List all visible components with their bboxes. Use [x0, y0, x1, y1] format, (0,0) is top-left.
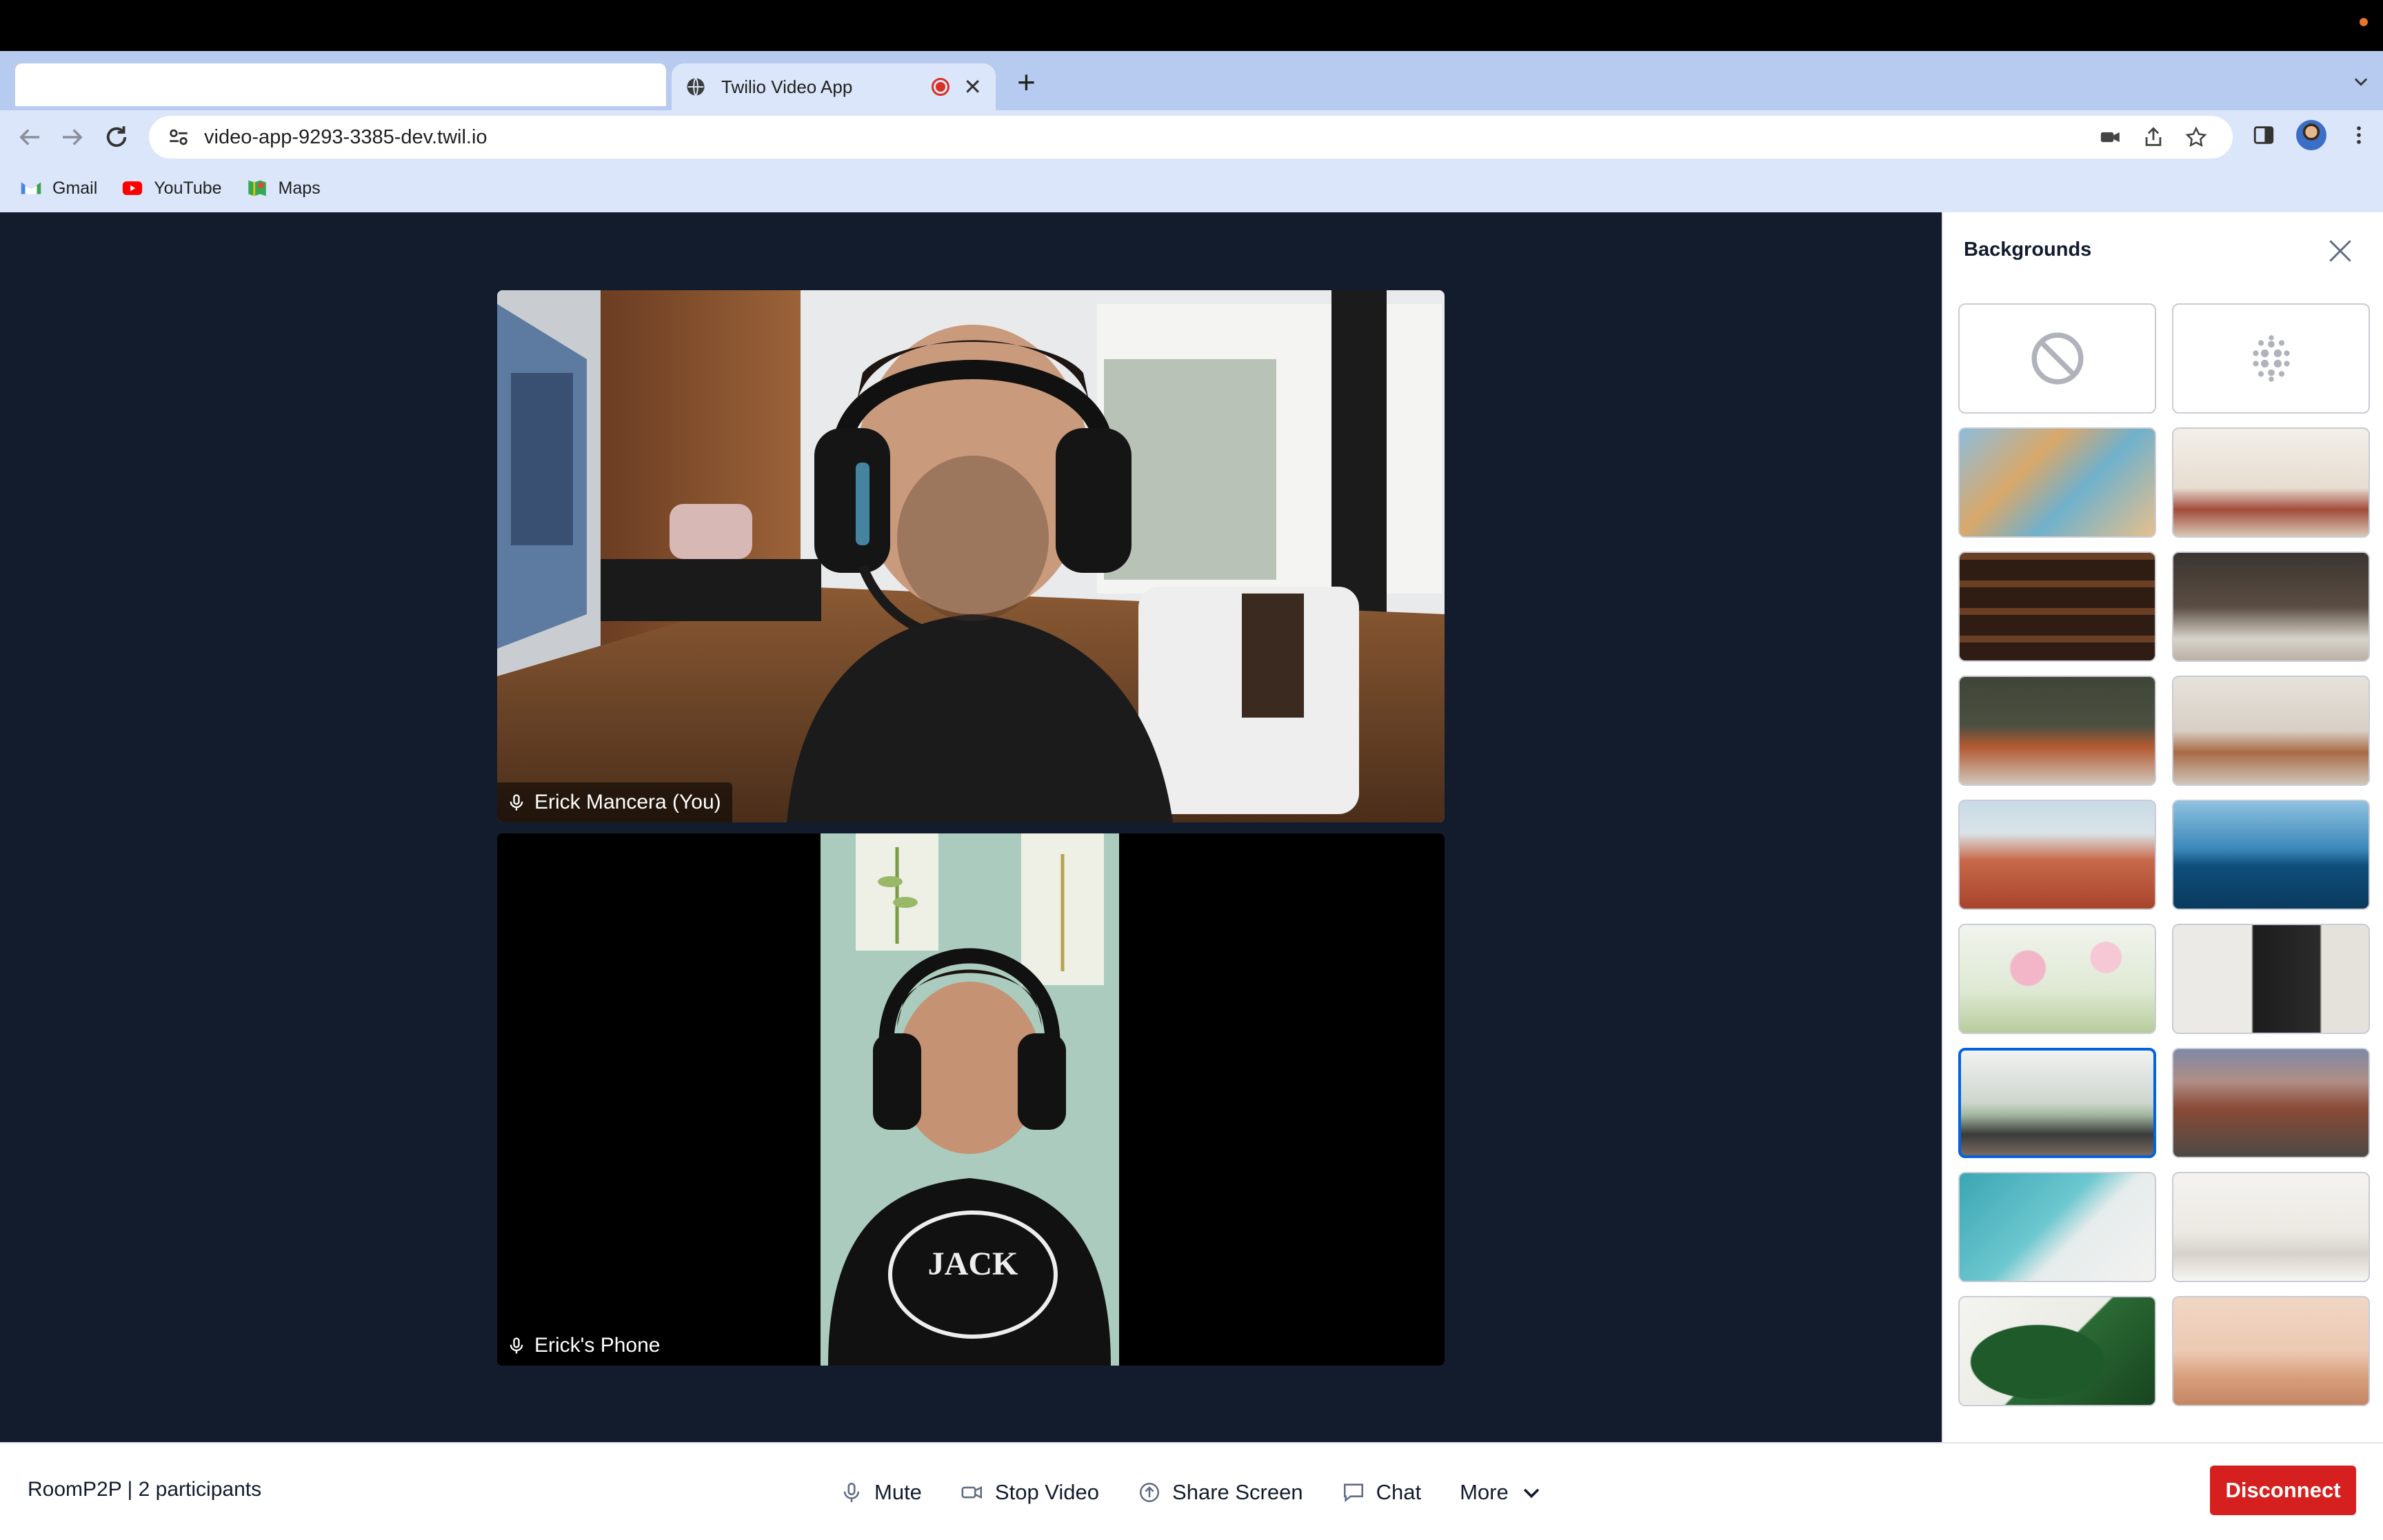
- camera-in-use-icon[interactable]: [2099, 125, 2122, 149]
- mute-button[interactable]: Mute: [840, 1480, 922, 1505]
- chat-button[interactable]: Chat: [1342, 1480, 1421, 1505]
- browser-tab-strip: Twilio Video App ✕ +: [0, 51, 2383, 110]
- participant-name: Erick Mancera (You): [534, 791, 721, 813]
- bookmarks-bar: Gmail YouTube Maps: [0, 164, 2383, 212]
- share-icon[interactable]: [2142, 125, 2165, 149]
- microphone-icon: [510, 1337, 523, 1354]
- background-option-monstera-leaf[interactable]: [1958, 1296, 2156, 1406]
- participant-name: Erick's Phone: [534, 1334, 661, 1357]
- bookmark-label: Maps: [278, 178, 321, 198]
- disconnect-button[interactable]: Disconnect: [2210, 1466, 2356, 1515]
- backgrounds-panel: Backgrounds: [1942, 212, 2383, 1442]
- globe-icon: [687, 77, 705, 97]
- no-background-icon: [2031, 332, 2083, 385]
- tab-search-chevron-icon[interactable]: [2351, 72, 2371, 91]
- more-vertical-icon[interactable]: [2347, 123, 2371, 147]
- share-screen-label: Share Screen: [1172, 1480, 1303, 1504]
- background-option-pink-flowers[interactable]: [1958, 924, 2156, 1034]
- background-option-bright-loft[interactable]: [1958, 1048, 2156, 1158]
- side-panel-icon[interactable]: [2252, 123, 2275, 147]
- os-menu-bar: [0, 0, 2383, 51]
- tab-twilio-video-app[interactable]: Twilio Video App ✕: [672, 63, 996, 110]
- back-arrow-icon[interactable]: [15, 123, 44, 152]
- background-option-white-dining[interactable]: [2172, 1172, 2370, 1282]
- blur-icon: [2252, 335, 2290, 382]
- recording-indicator-icon: [932, 78, 950, 96]
- status-indicator-dot: [2360, 18, 2368, 26]
- background-option-orange-sofa-room[interactable]: [1958, 676, 2156, 786]
- reload-icon[interactable]: [102, 123, 131, 152]
- more-label: More: [1460, 1480, 1509, 1504]
- local-video-feed: [497, 290, 1445, 822]
- maps-icon: [248, 180, 266, 196]
- bookmark-youtube[interactable]: YouTube: [121, 176, 222, 200]
- bookmark-maps[interactable]: Maps: [245, 176, 321, 200]
- video-app: Erick Mancera (You) JACK Erick's Phone B…: [0, 212, 2383, 1540]
- new-tab-button[interactable]: +: [1017, 66, 1036, 98]
- chat-icon: [1343, 1483, 1363, 1502]
- chat-label: Chat: [1376, 1480, 1422, 1504]
- remote-video-feed: JACK: [497, 833, 1445, 1366]
- microphone-icon: [843, 1482, 860, 1503]
- tab-title: Twilio Video App: [721, 76, 853, 97]
- chevron-down-icon: [1523, 1488, 1539, 1499]
- participant-video-area: Erick Mancera (You) JACK Erick's Phone: [0, 212, 1942, 1442]
- background-option-living-room[interactable]: [2172, 427, 2370, 538]
- background-option-golden-gate[interactable]: [2172, 1296, 2370, 1406]
- bookmark-star-icon[interactable]: [2184, 125, 2208, 149]
- background-option-ocean-boat[interactable]: [2172, 800, 2370, 910]
- video-camera-icon: [961, 1486, 982, 1499]
- participant-tile-remote[interactable]: JACK Erick's Phone: [497, 833, 1445, 1366]
- background-option-modern-lounge[interactable]: [2172, 676, 2370, 786]
- browser-toolbar: video-app-9293-3385-dev.twil.io: [0, 110, 2383, 164]
- close-icon[interactable]: [2325, 236, 2355, 266]
- background-option-red-rocks[interactable]: [2172, 1048, 2370, 1158]
- background-option-dark-kitchen[interactable]: [2172, 924, 2370, 1034]
- background-option-beach-aerial[interactable]: [1958, 1172, 2156, 1282]
- svg-text:JACK: JACK: [928, 1246, 1018, 1282]
- microphone-icon: [510, 794, 523, 811]
- meeting-control-bar: RoomP2P | 2 participants Mute Stop Video…: [0, 1442, 2383, 1540]
- site-info-icon[interactable]: [167, 125, 190, 149]
- address-bar[interactable]: video-app-9293-3385-dev.twil.io: [149, 116, 2233, 159]
- tab-close-icon[interactable]: ✕: [963, 76, 982, 98]
- background-option-coffee-shop[interactable]: [2172, 551, 2370, 662]
- stop-video-button[interactable]: Stop Video: [961, 1480, 1099, 1505]
- share-screen-button[interactable]: Share Screen: [1138, 1480, 1303, 1505]
- room-info: RoomP2P | 2 participants: [28, 1478, 262, 1501]
- forward-arrow-icon[interactable]: [58, 123, 87, 152]
- youtube-icon: [123, 181, 143, 195]
- more-menu-button[interactable]: More: [1460, 1480, 1543, 1505]
- mute-label: Mute: [874, 1480, 922, 1504]
- background-option-abstract-smoke[interactable]: [1958, 427, 2156, 538]
- share-screen-icon: [1140, 1482, 1160, 1503]
- participant-name-label: Erick's Phone: [497, 1326, 672, 1366]
- gmail-icon: [21, 182, 41, 194]
- bookmark-label: YouTube: [154, 178, 222, 198]
- background-option-bookshelf[interactable]: [1958, 551, 2156, 662]
- stop-video-label: Stop Video: [994, 1480, 1100, 1504]
- panel-title: Backgrounds: [1964, 239, 2092, 261]
- bookmark-label: Gmail: [52, 178, 98, 198]
- participant-tile-local[interactable]: Erick Mancera (You): [497, 290, 1445, 822]
- background-option-desert-dune[interactable]: [1958, 800, 2156, 910]
- background-option-blur[interactable]: [2172, 303, 2370, 414]
- bookmark-gmail[interactable]: Gmail: [19, 176, 97, 200]
- background-option-none[interactable]: [1958, 303, 2156, 414]
- profile-avatar[interactable]: [2296, 120, 2326, 150]
- participant-name-label: Erick Mancera (You): [497, 782, 732, 822]
- url-text: video-app-9293-3385-dev.twil.io: [204, 125, 487, 148]
- blank-tab[interactable]: [15, 63, 666, 106]
